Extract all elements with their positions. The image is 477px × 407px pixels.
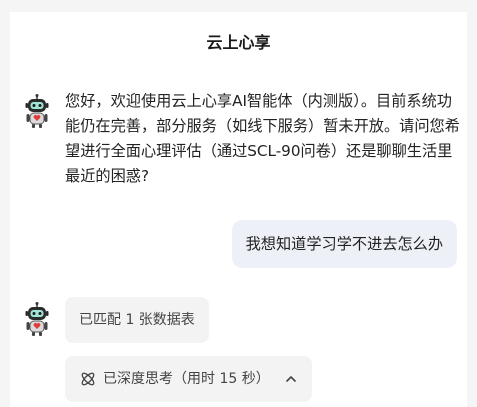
thinking-status-label: 已深度思考（用时 15 秒） xyxy=(103,371,270,387)
bot-message: 您好，欢迎使用云上心享AI智能体（内测版）。目前系统功能仍在完善，部分服务（如线… xyxy=(65,92,460,185)
page-title: 云上心享 xyxy=(206,33,271,52)
robot-icon xyxy=(24,94,50,128)
data-match-status: 已匹配 1 张数据表 xyxy=(65,297,209,343)
robot-icon xyxy=(24,302,50,336)
user-message: 我想知道学习学不进去怎么办 xyxy=(231,220,457,268)
deep-thinking-toggle[interactable]: 已深度思考（用时 15 秒） xyxy=(65,356,312,402)
atom-icon xyxy=(79,370,97,388)
chevron-up-icon[interactable] xyxy=(284,372,298,386)
chat-panel: 云上心享 您好，欢迎使用云上心享AI智能体（内测版）。目前系统功能仍在完善，部分… xyxy=(10,12,467,407)
